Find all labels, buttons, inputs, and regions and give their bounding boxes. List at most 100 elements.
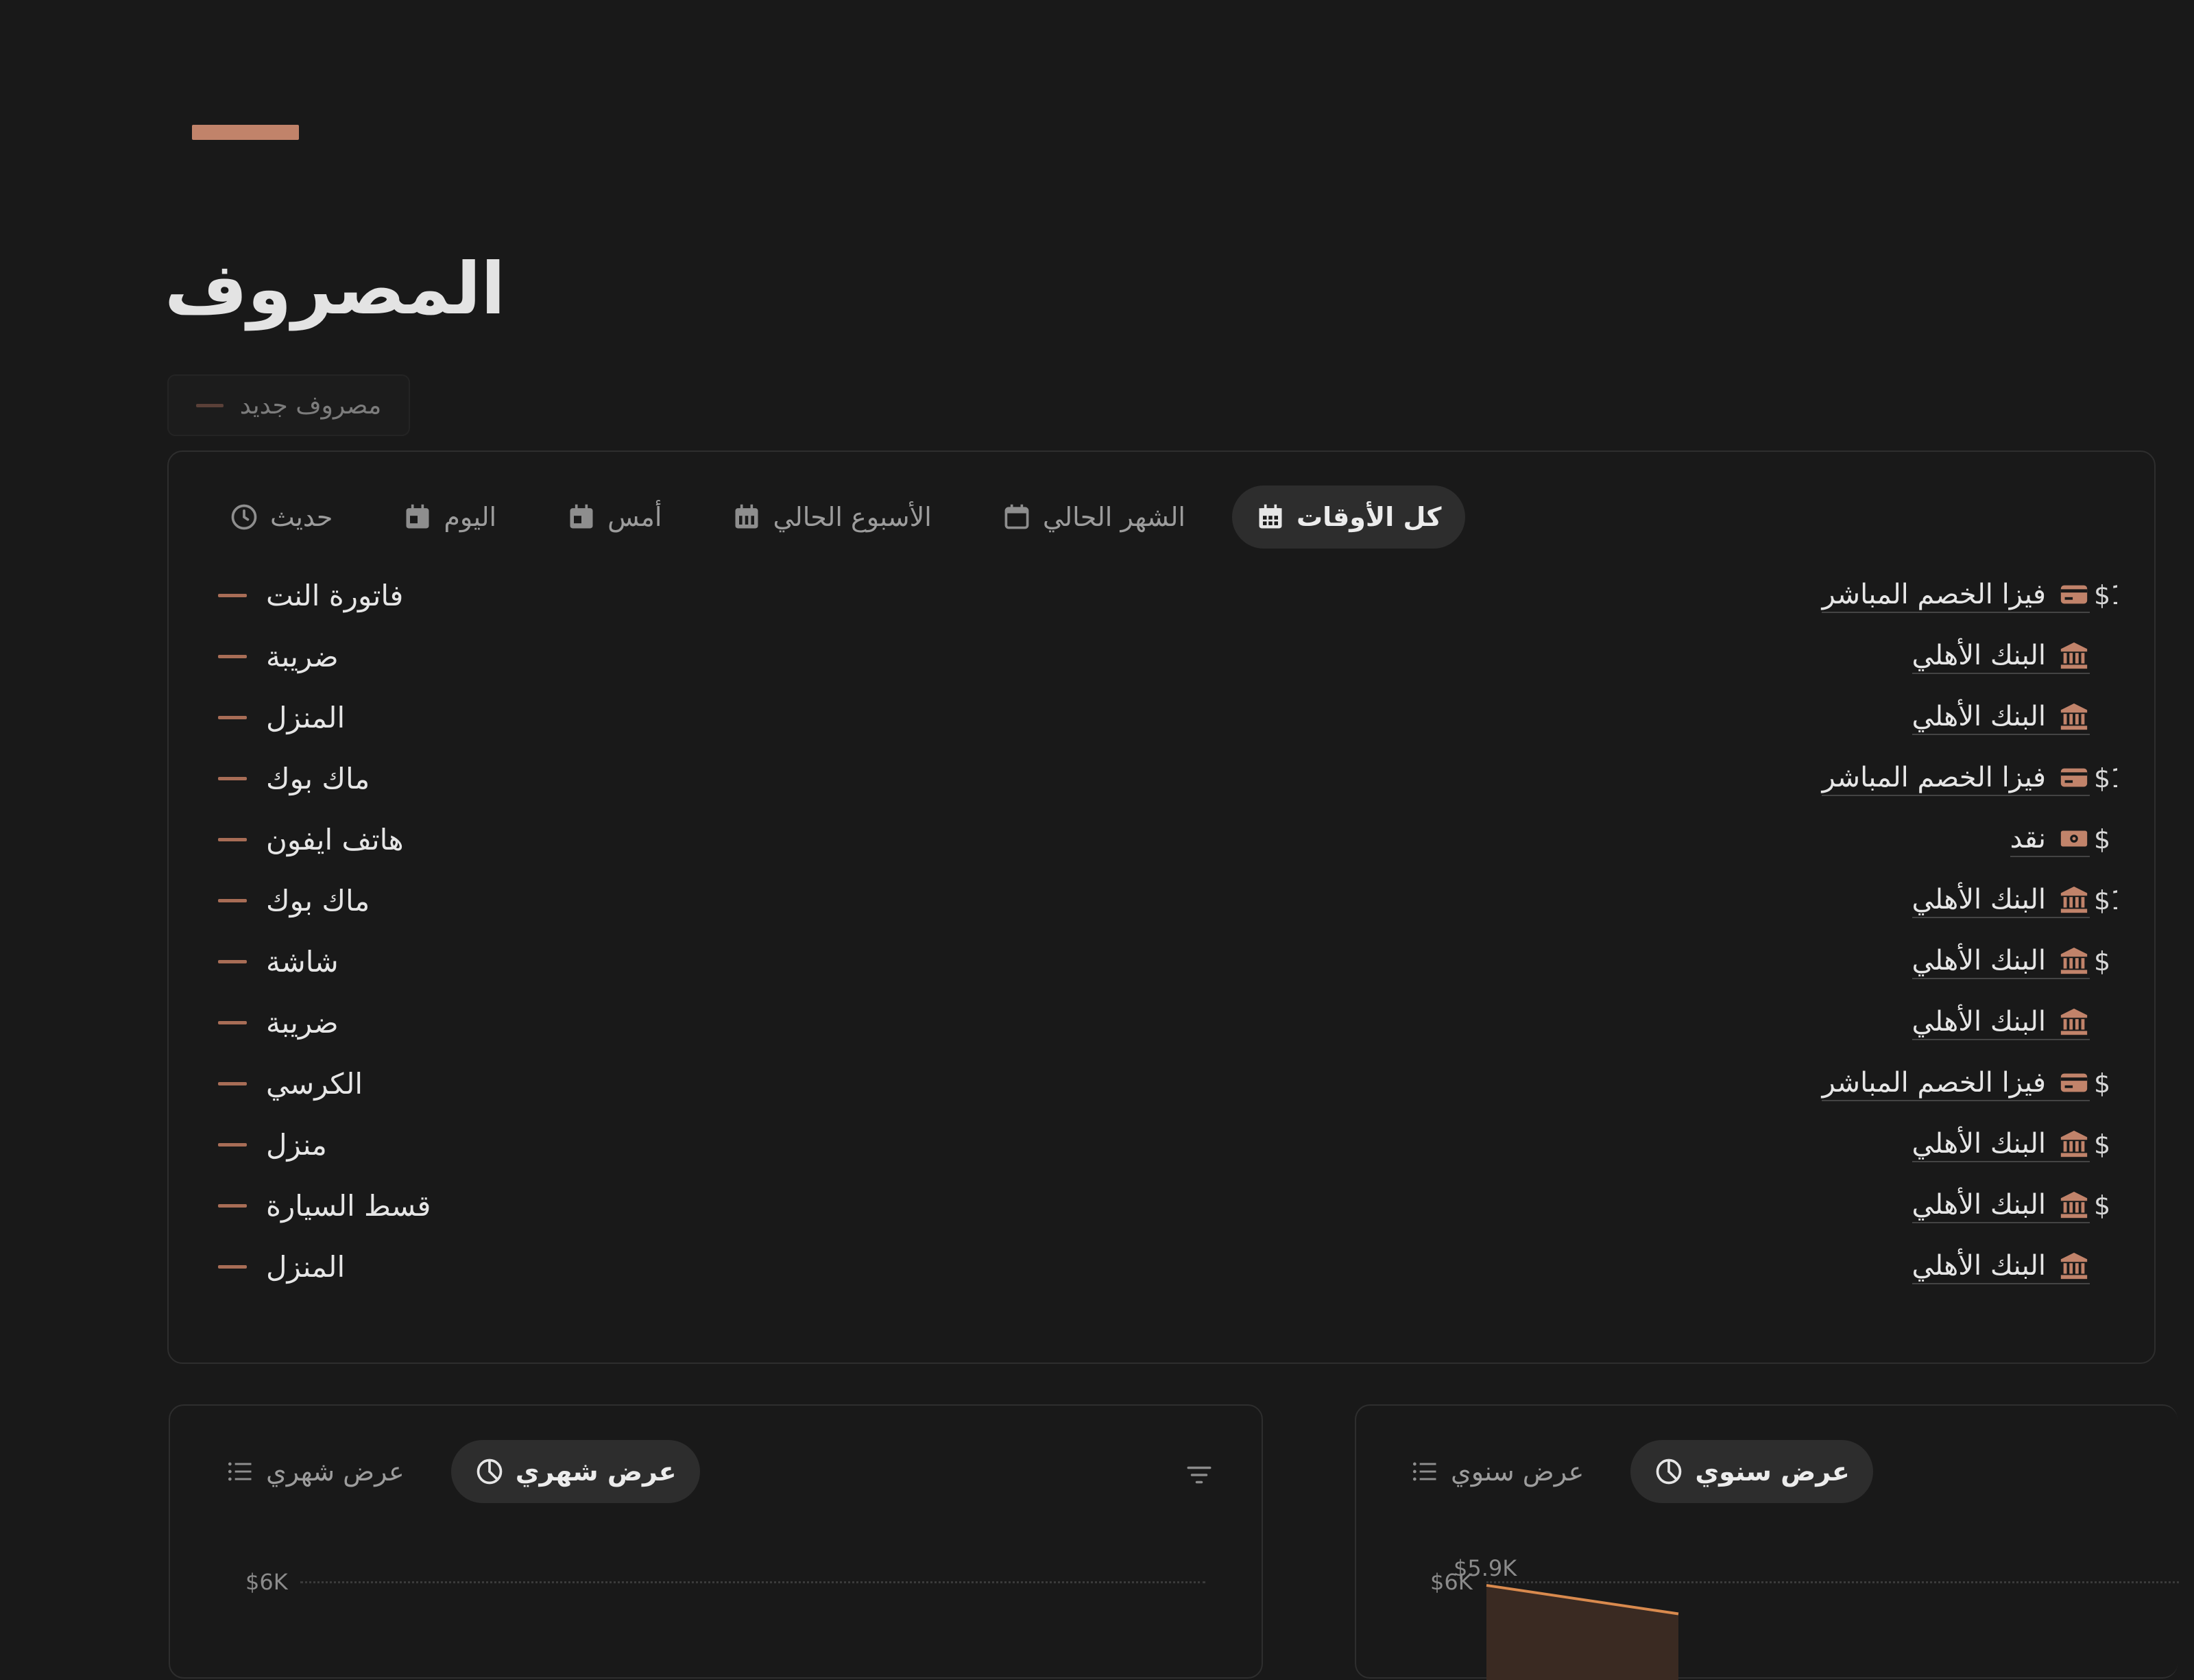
gridline <box>300 1581 1205 1583</box>
tab-2[interactable]: الأسبوع الحالي <box>708 485 954 549</box>
tab-1[interactable]: الشهر الحالي <box>978 485 1209 549</box>
amount: $1 <box>2094 580 2117 610</box>
dash-icon <box>218 899 247 902</box>
page-title: المصروف <box>165 247 506 331</box>
dash-icon <box>218 960 247 963</box>
expense-name[interactable]: ضريبة <box>218 640 339 673</box>
y-tick-label: $6K <box>245 1569 288 1595</box>
amount: $ <box>2094 1190 2111 1221</box>
expense-row[interactable]: ماك بوك فيزا الخصم المباشر $1 <box>218 752 2117 813</box>
expense-name-label: ضريبة <box>266 1006 339 1040</box>
filter-icon[interactable] <box>1185 1461 1214 1489</box>
expense-row[interactable]: منزل البنك الأهلي $ <box>218 1118 2117 1179</box>
expense-name[interactable]: قسط السيارة <box>218 1189 431 1223</box>
yearly-chart-card: عرض سنوي عرض سنوي $6K $5.9K <box>1355 1404 2179 1680</box>
dash-icon <box>218 716 247 719</box>
tab-4[interactable]: اليوم <box>379 485 520 549</box>
bank-icon <box>2060 703 2088 730</box>
expense-name-label: ماك بوك <box>266 884 370 917</box>
data-label: $5.9K <box>1454 1555 1517 1581</box>
bank-icon <box>2060 642 2088 669</box>
account-link[interactable]: البنك الأهلي <box>1912 1128 2090 1162</box>
expense-row[interactable]: هاتف ايفون نقد $ <box>218 813 2117 874</box>
account-label: البنك الأهلي <box>1912 1006 2046 1037</box>
expense-name[interactable]: فاتورة النت <box>218 579 403 612</box>
tab-label: أمس <box>607 502 662 532</box>
amount: $1 <box>2094 763 2117 793</box>
expense-name[interactable]: ضريبة <box>218 1006 339 1040</box>
expense-list: فاتورة النت فيزا الخصم المباشر $1 ضريبة البن… <box>218 569 2117 1301</box>
bank-icon <box>2060 886 2088 913</box>
account-label: البنك الأهلي <box>1912 701 2046 732</box>
account-link[interactable]: البنك الأهلي <box>1912 1189 2090 1223</box>
expense-row[interactable]: ماك بوك البنك الأهلي $1 <box>218 874 2117 935</box>
dash-icon <box>195 403 224 407</box>
expense-row[interactable]: المنزل البنك الأهلي <box>218 1240 2117 1301</box>
expense-name-label: شاشة <box>266 945 339 979</box>
account-label: فيزا الخصم المباشر <box>1822 579 2046 610</box>
dash-icon <box>218 1265 247 1269</box>
expense-name[interactable]: المنزل <box>218 701 345 734</box>
amount: $ <box>2094 1068 2111 1099</box>
account-link[interactable]: فيزا الخصم المباشر <box>1822 1067 2090 1101</box>
expense-row[interactable]: المنزل البنك الأهلي <box>218 691 2117 752</box>
account-link[interactable]: البنك الأهلي <box>1912 1250 2090 1284</box>
card-tab-label: عرض شهري <box>266 1456 405 1487</box>
bank-icon <box>2060 1191 2088 1219</box>
calendar-icon <box>1004 504 1029 529</box>
calendar-grid-icon <box>1259 504 1282 529</box>
expense-name[interactable]: المنزل <box>218 1250 345 1284</box>
account-label: البنك الأهلي <box>1912 640 2046 671</box>
view-tabs: كل الأوقات الشهر الحالي الأسبوع الحالي أمس ا… <box>206 484 1465 550</box>
expense-row[interactable]: الكرسي فيزا الخصم المباشر $ <box>218 1057 2117 1118</box>
new-expense-label: مصروف جديد <box>239 391 382 420</box>
account-link[interactable]: البنك الأهلي <box>1912 640 2090 674</box>
expense-name[interactable]: شاشة <box>218 945 339 979</box>
expense-name-label: ضريبة <box>266 640 339 673</box>
account-label: فيزا الخصم المباشر <box>1822 1067 2046 1099</box>
expense-name[interactable]: هاتف ايفون <box>218 823 404 856</box>
account-link[interactable]: البنك الأهلي <box>1912 884 2090 918</box>
bank-icon <box>2060 1252 2088 1280</box>
account-link[interactable]: البنك الأهلي <box>1912 1006 2090 1040</box>
cash-icon <box>2060 830 2088 847</box>
expense-row[interactable]: قسط السيارة البنك الأهلي $ <box>218 1179 2117 1240</box>
list-icon <box>228 1462 252 1481</box>
expense-row[interactable]: ضريبة البنك الأهلي <box>218 996 2117 1057</box>
tab-label: اليوم <box>444 502 497 532</box>
card-tab-1[interactable]: عرض شهري <box>202 1440 428 1503</box>
account-link[interactable]: البنك الأهلي <box>1912 701 2090 735</box>
expense-name-label: الكرسي <box>266 1067 363 1101</box>
account-label: البنك الأهلي <box>1912 1250 2046 1282</box>
dash-icon <box>218 838 247 841</box>
account-label: فيزا الخصم المباشر <box>1822 762 2046 793</box>
card-icon <box>2060 768 2088 787</box>
expense-name-label: ماك بوك <box>266 762 370 795</box>
expense-name-label: منزل <box>266 1128 327 1162</box>
expense-row[interactable]: فاتورة النت فيزا الخصم المباشر $1 <box>218 569 2117 630</box>
bank-icon <box>2060 1130 2088 1157</box>
tab-3[interactable]: أمس <box>543 485 685 549</box>
account-label: البنك الأهلي <box>1912 1128 2046 1160</box>
card-tab-0[interactable]: عرض شهري <box>450 1440 700 1503</box>
account-link[interactable]: نقد <box>2010 823 2090 857</box>
account-link[interactable]: البنك الأهلي <box>1912 945 2090 979</box>
dash-icon <box>218 655 247 658</box>
expense-row[interactable]: ضريبة البنك الأهلي <box>218 630 2117 691</box>
expense-name[interactable]: ماك بوك <box>218 762 370 795</box>
new-expense-button[interactable]: مصروف جديد <box>167 374 410 436</box>
expense-name[interactable]: منزل <box>218 1128 327 1162</box>
page-accent-bar <box>192 125 299 140</box>
expense-name[interactable]: ماك بوك <box>218 884 370 917</box>
yearly-area-chart: $5.9K <box>1454 1555 1679 1680</box>
tab-0[interactable]: كل الأوقات <box>1231 485 1465 549</box>
account-link[interactable]: فيزا الخصم المباشر <box>1822 762 2090 796</box>
expense-row[interactable]: شاشة البنك الأهلي $ <box>218 935 2117 996</box>
card-icon <box>2060 585 2088 604</box>
tab-label: الأسبوع الحالي <box>773 502 932 532</box>
dash-icon <box>218 1143 247 1147</box>
tab-5[interactable]: حديث <box>206 485 356 549</box>
expense-name[interactable]: الكرسي <box>218 1067 363 1101</box>
account-link[interactable]: فيزا الخصم المباشر <box>1822 579 2090 613</box>
amount: $ <box>2094 824 2111 854</box>
